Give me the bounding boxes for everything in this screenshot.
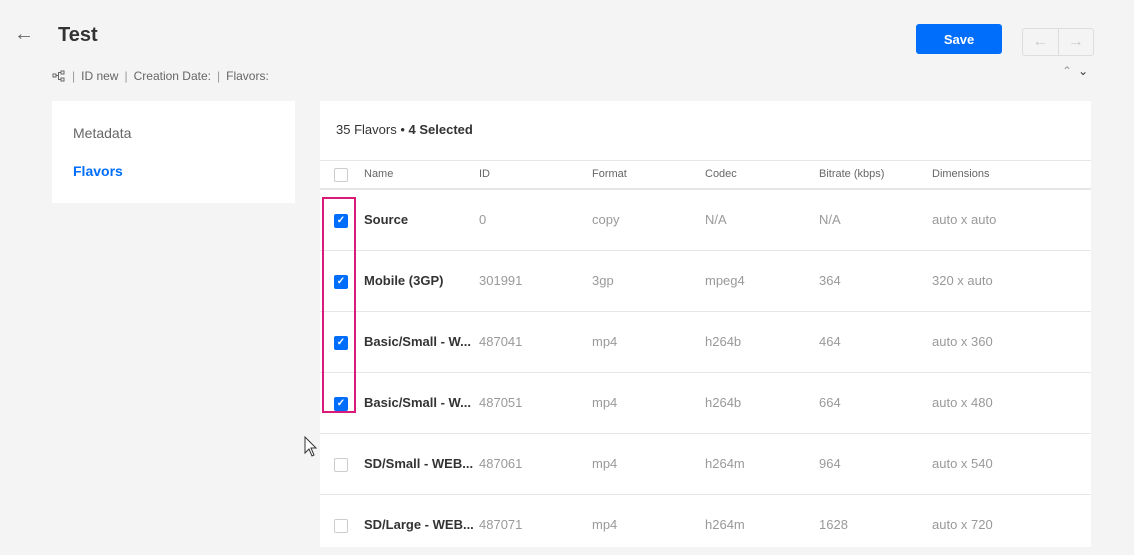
table-header: Name ID Format Codec Bitrate (kbps) Dime… <box>320 160 1091 189</box>
flavor-id: 301991 <box>479 273 523 288</box>
column-header[interactable]: Name <box>364 168 393 180</box>
flavor-codec: h264m <box>705 456 745 471</box>
flavor-name[interactable]: SD/Large - WEB... <box>364 517 474 532</box>
row-checkbox[interactable] <box>334 458 348 472</box>
flavor-name[interactable]: Mobile (3GP) <box>364 273 443 288</box>
flavor-bitrate: 364 <box>819 273 841 288</box>
chevron-up-icon[interactable]: ⌃ <box>1062 64 1072 78</box>
flavor-format: mp4 <box>592 395 618 410</box>
flavor-name[interactable]: Source <box>364 212 408 227</box>
table-row[interactable]: SD/Large - WEB... 487071 mp4 h264m 1628 auto … <box>320 494 1091 555</box>
select-all-checkbox[interactable] <box>334 168 348 182</box>
flavors-meta: Flavors: <box>226 69 269 83</box>
sidebar: Metadata Flavors <box>52 101 295 203</box>
flavor-id: 487061 <box>479 456 523 471</box>
column-header[interactable]: Dimensions <box>932 168 989 180</box>
bullet: • <box>400 122 409 137</box>
flavor-format: mp4 <box>592 456 618 471</box>
entry-id: ID new <box>81 69 119 83</box>
flavor-name[interactable]: Basic/Small - W... <box>364 395 471 410</box>
save-button[interactable]: Save <box>916 24 1002 54</box>
mouse-cursor-icon <box>304 436 318 457</box>
table-row[interactable]: ✓ Mobile (3GP) 301991 3gp mpeg4 364 320 x auto <box>320 250 1091 311</box>
row-checkbox[interactable]: ✓ <box>334 336 348 350</box>
flavor-name[interactable]: Basic/Small - W... <box>364 334 471 349</box>
flavor-codec: h264b <box>705 395 742 410</box>
chevron-down-icon[interactable]: ⌄ <box>1078 64 1088 78</box>
meta-divider: | <box>124 69 128 83</box>
sidebar-item-flavors[interactable]: Flavors <box>73 163 123 179</box>
flavor-bitrate: 464 <box>819 334 841 349</box>
flavor-id: 487071 <box>479 517 523 532</box>
flavor-format: copy <box>592 212 620 227</box>
flavor-name[interactable]: SD/Small - WEB... <box>364 456 473 471</box>
arrow-left-icon[interactable]: ← <box>14 24 34 44</box>
table-row[interactable]: ✓ Source 0 copy N/A N/A auto x auto <box>320 189 1091 250</box>
flavors-panel: 35 Flavors • 4 Selected Name ID Format C… <box>320 101 1091 547</box>
page-header: ← Test | ID new | Creation Date: | Flavo… <box>0 0 1134 100</box>
column-header[interactable]: Bitrate (kbps) <box>819 168 884 180</box>
flavor-format: mp4 <box>592 334 618 349</box>
flavor-dimensions: auto x 360 <box>932 334 993 349</box>
table-row[interactable]: ✓ Basic/Small - W... 487041 mp4 h264b 464 auto… <box>320 311 1091 372</box>
sidebar-item-metadata[interactable]: Metadata <box>73 125 131 141</box>
flavor-dimensions: 320 x auto <box>932 273 993 288</box>
flavor-dimensions: auto x 540 <box>932 456 993 471</box>
flavors-table: Name ID Format Codec Bitrate (kbps) Dime… <box>320 160 1091 555</box>
table-row[interactable]: SD/Small - WEB... 487061 mp4 h264m 964 auto x… <box>320 433 1091 494</box>
flavor-bitrate: 1628 <box>819 517 848 532</box>
flavor-codec: h264m <box>705 517 745 532</box>
flavors-summary: 35 Flavors • 4 Selected <box>336 122 473 137</box>
flavor-format: 3gp <box>592 273 614 288</box>
selected-count: 4 Selected <box>408 122 473 137</box>
column-header[interactable]: Format <box>592 168 627 180</box>
flavor-format: mp4 <box>592 517 618 532</box>
section-toggle: ⌃ ⌄ <box>1062 64 1088 78</box>
flavor-dimensions: auto x 480 <box>932 395 993 410</box>
flavor-dimensions: auto x auto <box>932 212 997 227</box>
flavor-codec: N/A <box>705 212 727 227</box>
flavor-id: 487051 <box>479 395 523 410</box>
row-checkbox[interactable]: ✓ <box>334 214 348 228</box>
meta-divider: | <box>216 69 221 83</box>
previous-entry-icon[interactable]: ← <box>1023 29 1058 55</box>
flavor-bitrate: 964 <box>819 456 841 471</box>
flavor-id: 487041 <box>479 334 523 349</box>
flavor-dimensions: auto x 720 <box>932 517 993 532</box>
creation-date: Creation Date: <box>133 69 211 83</box>
flavor-bitrate: N/A <box>819 212 841 227</box>
row-checkbox[interactable]: ✓ <box>334 275 348 289</box>
page-title: Test <box>58 24 98 46</box>
flavors-count: 35 Flavors <box>336 122 397 137</box>
column-header[interactable]: ID <box>479 168 490 180</box>
column-header[interactable]: Codec <box>705 168 737 180</box>
flavor-codec: h264b <box>705 334 742 349</box>
meta-divider: | <box>72 69 76 83</box>
table-row[interactable]: ✓ Basic/Small - W... 487051 mp4 h264b 664 auto… <box>320 372 1091 433</box>
next-entry-icon[interactable]: → <box>1057 29 1094 55</box>
entry-meta: | ID new | Creation Date: | Flavors: <box>52 69 269 83</box>
row-checkbox[interactable] <box>334 519 348 533</box>
flavor-id: 0 <box>479 212 487 227</box>
entry-navigation: ← → <box>1022 28 1094 56</box>
flavors-icon <box>52 70 65 82</box>
flavor-codec: mpeg4 <box>705 273 745 288</box>
flavor-bitrate: 664 <box>819 395 841 410</box>
row-checkbox[interactable]: ✓ <box>334 397 348 411</box>
